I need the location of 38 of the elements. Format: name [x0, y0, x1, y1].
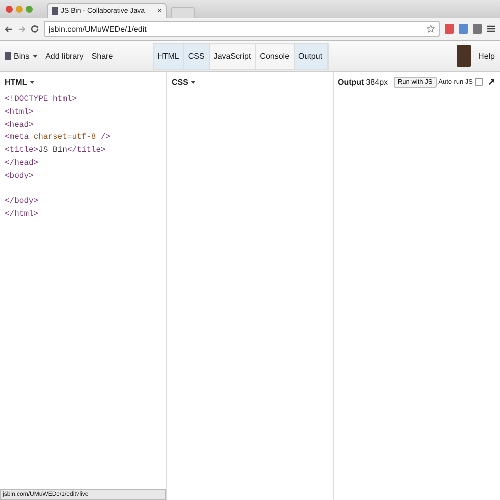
code-line: </body>	[5, 196, 40, 208]
share-button[interactable]: Share	[92, 52, 114, 60]
panel-toggle[interactable]: HTML	[154, 44, 184, 68]
code-line: <meta charset=utf-8 />	[5, 132, 112, 144]
star-icon[interactable]	[427, 25, 435, 33]
avatar[interactable]	[456, 45, 471, 67]
code-line: <body>	[5, 170, 35, 183]
zoom-light-icon[interactable]	[26, 6, 33, 12]
code-line: <html>	[5, 106, 35, 119]
new-tab-button[interactable]	[171, 7, 195, 18]
panel-title: Output	[338, 78, 364, 86]
panel-title[interactable]: CSS	[172, 78, 188, 86]
reload-icon[interactable]	[31, 25, 39, 33]
bins-menu[interactable]: Bins	[5, 52, 38, 60]
forward-icon[interactable]	[18, 26, 26, 32]
auto-run-checkbox[interactable]	[475, 78, 483, 86]
help-button[interactable]: Help	[478, 52, 495, 60]
caret-icon	[191, 80, 196, 84]
panel-toggle[interactable]: Output	[294, 44, 328, 68]
panel-toggle[interactable]: JavaScript	[210, 44, 256, 68]
close-light-icon[interactable]	[6, 6, 13, 12]
address-bar[interactable]: jsbin.com/UMuWEDe/1/edit	[44, 21, 440, 37]
code-line: </html>	[5, 209, 40, 222]
add-library-button[interactable]: Add library	[46, 52, 84, 60]
popout-button[interactable]: ↗	[488, 77, 496, 87]
code-line: </head>	[5, 158, 40, 170]
code-line: <!DOCTYPE html>	[5, 94, 78, 106]
code-line: <head>	[5, 120, 35, 132]
output-width: 384px	[366, 78, 388, 86]
panel-title[interactable]: HTML	[5, 78, 28, 86]
code-line: <title>JS Bin</title>	[5, 145, 107, 158]
panel-toggle[interactable]: CSS	[184, 44, 210, 68]
menu-icon[interactable]	[487, 25, 495, 33]
caret-icon	[32, 54, 38, 58]
code-editor[interactable]: <!DOCTYPE html> <html> <head> <meta charset=utf-8 /> <title>JS Bin</title> </head> <body> </body> </html>	[0, 92, 166, 224]
minimize-light-icon[interactable]	[16, 6, 23, 12]
back-icon[interactable]	[5, 26, 13, 32]
caret-icon	[30, 80, 36, 84]
